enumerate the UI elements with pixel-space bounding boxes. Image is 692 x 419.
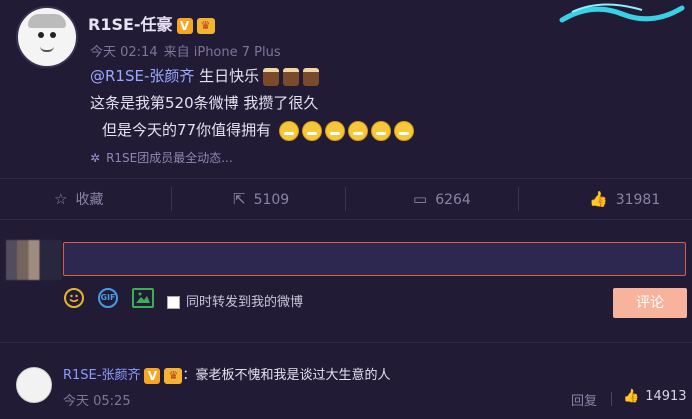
current-user-avatar: [6, 240, 62, 280]
submit-comment-button[interactable]: 评论: [613, 288, 687, 318]
commenter-name[interactable]: R1SE-张颜齐: [63, 368, 140, 383]
post-line-1: @R1SE-张颜齐 生日快乐: [90, 65, 320, 86]
post-source: 来自 iPhone 7 Plus: [163, 45, 281, 60]
repost-button[interactable]: ⇱ 5109: [233, 179, 289, 219]
comment-item: R1SE-张颜齐 V ♛ ：豪老板不愧和我是谈过大生意的人: [63, 367, 391, 384]
comment-input[interactable]: [63, 242, 686, 276]
divider: [0, 219, 692, 220]
post-line-3: 但是今天的77你值得拥有: [102, 119, 414, 141]
cake-emoji-icon: [303, 67, 320, 86]
comment-text: 豪老板不愧和我是谈过大生意的人: [195, 368, 391, 383]
laugh-emoji-icon: [370, 120, 391, 141]
vip-badge-icon: ♛: [196, 17, 215, 34]
image-icon[interactable]: [132, 288, 154, 308]
decoration-graphic: [559, 3, 685, 23]
post-line-2: 这条是我第520条微博 我攒了很久: [90, 94, 319, 112]
verified-badge-icon: V: [144, 367, 161, 384]
author-avatar[interactable]: [16, 6, 78, 68]
reply-button[interactable]: 回复: [571, 390, 597, 409]
cake-emoji-icon: [263, 67, 280, 86]
comment-like-button[interactable]: 👍 14913: [623, 389, 687, 404]
topic-link[interactable]: ✲ R1SE团成员最全动态...: [90, 149, 233, 166]
repost-icon: ⇱: [233, 190, 246, 208]
mention-link[interactable]: @R1SE-张颜齐: [90, 67, 194, 85]
vip-badge-icon: ♛: [164, 367, 183, 384]
divider: [0, 342, 692, 343]
commenter-avatar[interactable]: [16, 367, 52, 403]
action-bar: ☆ 收藏 ⇱ 5109 ▭ 6264 👍 31981: [0, 179, 692, 219]
laugh-emoji-icon: [393, 120, 414, 141]
favorite-button[interactable]: ☆ 收藏: [54, 179, 103, 219]
comment-icon: ▭: [413, 190, 428, 208]
grin-emoji-icon: [301, 120, 322, 141]
thumbs-up-icon: 👍: [589, 190, 608, 208]
post-time[interactable]: 今天 02:14: [90, 45, 158, 60]
cake-emoji-icon: [283, 67, 300, 86]
forward-option[interactable]: 同时转发到我的微博: [167, 291, 303, 310]
author-name[interactable]: R1SE-任豪 V ♛: [88, 11, 215, 35]
thumbs-up-icon: 👍: [623, 389, 640, 404]
post-meta: 今天 02:14 来自 iPhone 7 Plus: [90, 41, 287, 60]
verified-badge-icon: V: [176, 17, 193, 34]
gif-icon[interactable]: GIF: [98, 288, 118, 308]
forward-checkbox[interactable]: [167, 296, 180, 309]
comment-time: 今天 05:25: [63, 394, 131, 409]
grin-emoji-icon: [324, 120, 345, 141]
laugh-emoji-icon: [347, 120, 368, 141]
like-button[interactable]: 👍 31981: [589, 179, 660, 219]
emoji-icon[interactable]: [64, 288, 84, 308]
grin-emoji-icon: [278, 120, 299, 141]
comment-button[interactable]: ▭ 6264: [413, 179, 471, 219]
topic-icon: ✲: [90, 151, 101, 165]
star-icon: ☆: [54, 190, 68, 208]
